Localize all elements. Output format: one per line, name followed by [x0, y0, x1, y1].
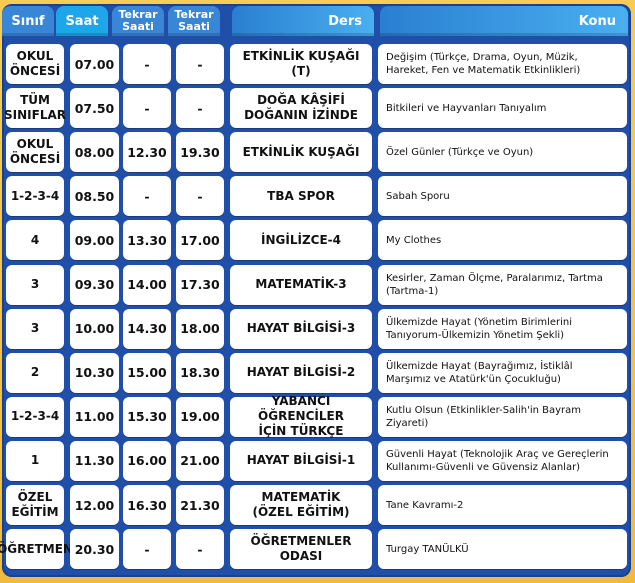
cell-tekrar-1: -: [123, 88, 171, 129]
cell-ders: ETKİNLİK KUŞAĞI (T): [230, 44, 372, 84]
cell-tekrar-1: 16.30: [123, 485, 171, 525]
cell-sinif: 2: [6, 352, 64, 393]
cell-tekrar-2: 17.30: [176, 264, 224, 305]
cell-saat: 11.30: [70, 440, 119, 481]
cell-tekrar-2: -: [176, 529, 224, 570]
header-saat: Saat: [56, 6, 108, 36]
cell-tekrar-1: 15.00: [123, 352, 171, 393]
cell-konu: Değişim (Türkçe, Drama, Oyun, Müzik, Har…: [378, 44, 627, 84]
cell-tekrar-1: 12.30: [123, 132, 171, 173]
cell-tekrar-2: 19.00: [176, 396, 224, 437]
cell-sinif: 3: [6, 264, 64, 305]
cell-ders: HAYAT BİLGİSİ-1: [230, 440, 372, 481]
cell-konu: Ülkemizde Hayat (Yönetim Birimlerini Tan…: [378, 308, 627, 349]
cell-konu: Tane Kavramı-2: [378, 485, 627, 525]
cell-konu: Bitkileri ve Hayvanları Tanıyalım: [378, 88, 627, 129]
cell-tekrar-2: 19.30: [176, 132, 224, 173]
cell-tekrar-2: 17.00: [176, 220, 224, 261]
cell-saat: 11.00: [70, 396, 119, 437]
cell-saat: 08.00: [70, 132, 119, 173]
cell-tekrar-1: 15.30: [123, 396, 171, 437]
cell-sinif: 1-2-3-4: [6, 176, 64, 217]
cell-ders: TBA SPOR: [230, 176, 372, 217]
cell-saat: 12.00: [70, 485, 119, 525]
cell-sinif: TÜM SINIFLAR: [4, 88, 66, 129]
cell-konu: Kesirler, Zaman Ölçme, Paralarımız, Tart…: [378, 264, 627, 305]
header-ders: Ders: [232, 6, 374, 36]
cell-ders: ÖĞRETMENLER ODASI: [230, 529, 372, 570]
cell-saat: 10.00: [70, 308, 119, 349]
page-frame: Sınıf Saat Tekrar Saati Tekrar Saati Der…: [0, 0, 635, 583]
cell-konu: Güvenli Hayat (Teknolojik Araç ve Gereçl…: [378, 440, 627, 481]
cell-tekrar-1: -: [123, 44, 171, 84]
cell-saat: 07.50: [70, 88, 119, 129]
cell-tekrar-1: -: [123, 176, 171, 217]
cell-saat: 07.00: [70, 44, 119, 84]
cell-saat: 09.00: [70, 220, 119, 261]
cell-konu: Sabah Sporu: [378, 176, 627, 217]
cell-tekrar-1: 14.00: [123, 264, 171, 305]
header-tekrar-1: Tekrar Saati: [112, 6, 164, 36]
cell-sinif: OKUL ÖNCESİ: [6, 132, 64, 173]
cell-ders: MATEMATİK (ÖZEL EĞİTİM): [230, 485, 372, 525]
cell-sinif: 3: [6, 308, 64, 349]
cell-ders: HAYAT BİLGİSİ-3: [230, 308, 372, 349]
cell-tekrar-2: 18.30: [176, 352, 224, 393]
cell-konu: My Clothes: [378, 220, 627, 261]
cell-konu: Turgay TANÜLKÜ: [378, 529, 627, 570]
cell-saat: 08.50: [70, 176, 119, 217]
cell-tekrar-1: 14.30: [123, 308, 171, 349]
cell-tekrar-2: 18.00: [176, 308, 224, 349]
header-sinif: Sınıf: [2, 6, 54, 36]
cell-tekrar-2: 21.30: [176, 485, 224, 525]
header-konu: Konu: [380, 6, 628, 36]
cell-sinif: OKUL ÖNCESİ: [6, 44, 64, 84]
cell-tekrar-1: 16.00: [123, 440, 171, 481]
cell-ders: HAYAT BİLGİSİ-2: [230, 352, 372, 393]
cell-sinif: 1: [6, 440, 64, 481]
cell-tekrar-1: -: [123, 529, 171, 570]
cell-ders: ETKİNLİK KUŞAĞI: [230, 132, 372, 173]
header-tekrar-2: Tekrar Saati: [168, 6, 220, 36]
cell-tekrar-2: -: [176, 176, 224, 217]
cell-ders: MATEMATİK-3: [230, 264, 372, 305]
cell-konu: Kutlu Olsun (Etkinlikler-Salih'in Bayram…: [378, 396, 627, 437]
cell-tekrar-2: 21.00: [176, 440, 224, 481]
cell-ders: YABANCI ÖĞRENCİLER İÇİN TÜRKÇE: [230, 394, 372, 438]
cell-saat: 09.30: [70, 264, 119, 305]
cell-tekrar-1: 13.30: [123, 220, 171, 261]
cell-saat: 10.30: [70, 352, 119, 393]
cell-tekrar-2: -: [176, 44, 224, 84]
cell-tekrar-2: -: [176, 88, 224, 129]
cell-sinif: ÖĞRETMEN: [0, 529, 73, 570]
cell-saat: 20.30: [70, 529, 119, 570]
cell-ders: DOĞA KÂŞİFİ DOĞANIN İZİNDE: [230, 88, 372, 129]
cell-konu: Özel Günler (Türkçe ve Oyun): [378, 132, 627, 173]
cell-konu: Ülkemizde Hayat (Bayrağımız, İstiklâl Ma…: [378, 352, 627, 393]
cell-sinif: 1-2-3-4: [6, 396, 64, 437]
cell-sinif: ÖZEL EĞİTİM: [6, 485, 64, 525]
cell-ders: İNGİLİZCE-4: [230, 220, 372, 261]
cell-sinif: 4: [6, 220, 64, 261]
